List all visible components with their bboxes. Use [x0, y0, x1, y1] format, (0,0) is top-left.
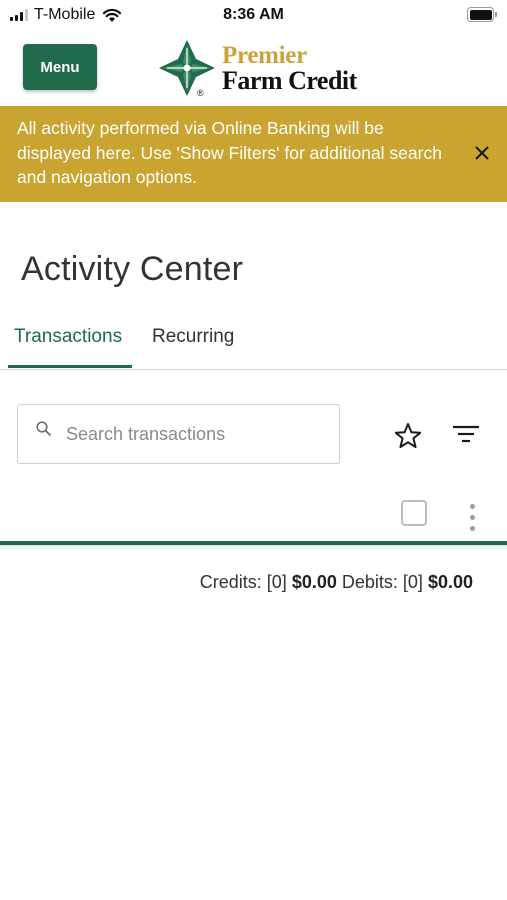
close-icon [475, 146, 489, 160]
debits-count: [0] [402, 572, 423, 592]
registered-mark: ® [197, 88, 204, 98]
search-input[interactable] [66, 405, 334, 463]
show-filters-button[interactable] [450, 420, 482, 450]
banner-message: All activity performed via Online Bankin… [17, 118, 442, 187]
star-icon [394, 423, 422, 448]
filter-icon [453, 425, 479, 443]
transaction-totals: Credits: [0] $0.00 Debits: [0] $0.00 [200, 572, 473, 593]
more-options-button[interactable] [460, 500, 484, 534]
credits-amount: $0.00 [291, 572, 337, 592]
debits-label: Debits: [341, 572, 398, 592]
status-time: 8:36 AM [223, 6, 284, 23]
app-header: Menu Premier Farm Credit ® [0, 32, 507, 106]
search-box[interactable] [17, 404, 340, 464]
banner-close-button[interactable] [471, 142, 493, 164]
select-all-checkbox[interactable] [401, 500, 427, 526]
active-tab-indicator [8, 365, 132, 368]
favorites-button[interactable] [392, 420, 424, 452]
status-bar: T-Mobile 8:36 AM [0, 0, 507, 32]
tab-recurring[interactable]: Recurring [152, 326, 234, 348]
credits-label: Credits: [199, 572, 262, 592]
menu-button[interactable]: Menu [23, 44, 97, 90]
logo-text-farm-credit: Farm Credit [222, 66, 357, 95]
info-banner: All activity performed via Online Bankin… [0, 106, 507, 202]
activity-tabs: Transactions Recurring [0, 318, 507, 370]
debits-amount: $0.00 [427, 572, 473, 592]
search-icon [36, 421, 51, 436]
list-divider-shadow [0, 545, 507, 550]
kebab-menu-icon [470, 504, 475, 509]
page-title: Activity Center [21, 250, 244, 288]
logo-leaf-icon [159, 40, 215, 96]
battery-icon [467, 7, 497, 22]
tab-transactions[interactable]: Transactions [14, 326, 122, 348]
premier-farm-credit-logo: Premier Farm Credit ® [157, 38, 357, 100]
credits-count: [0] [266, 572, 287, 592]
